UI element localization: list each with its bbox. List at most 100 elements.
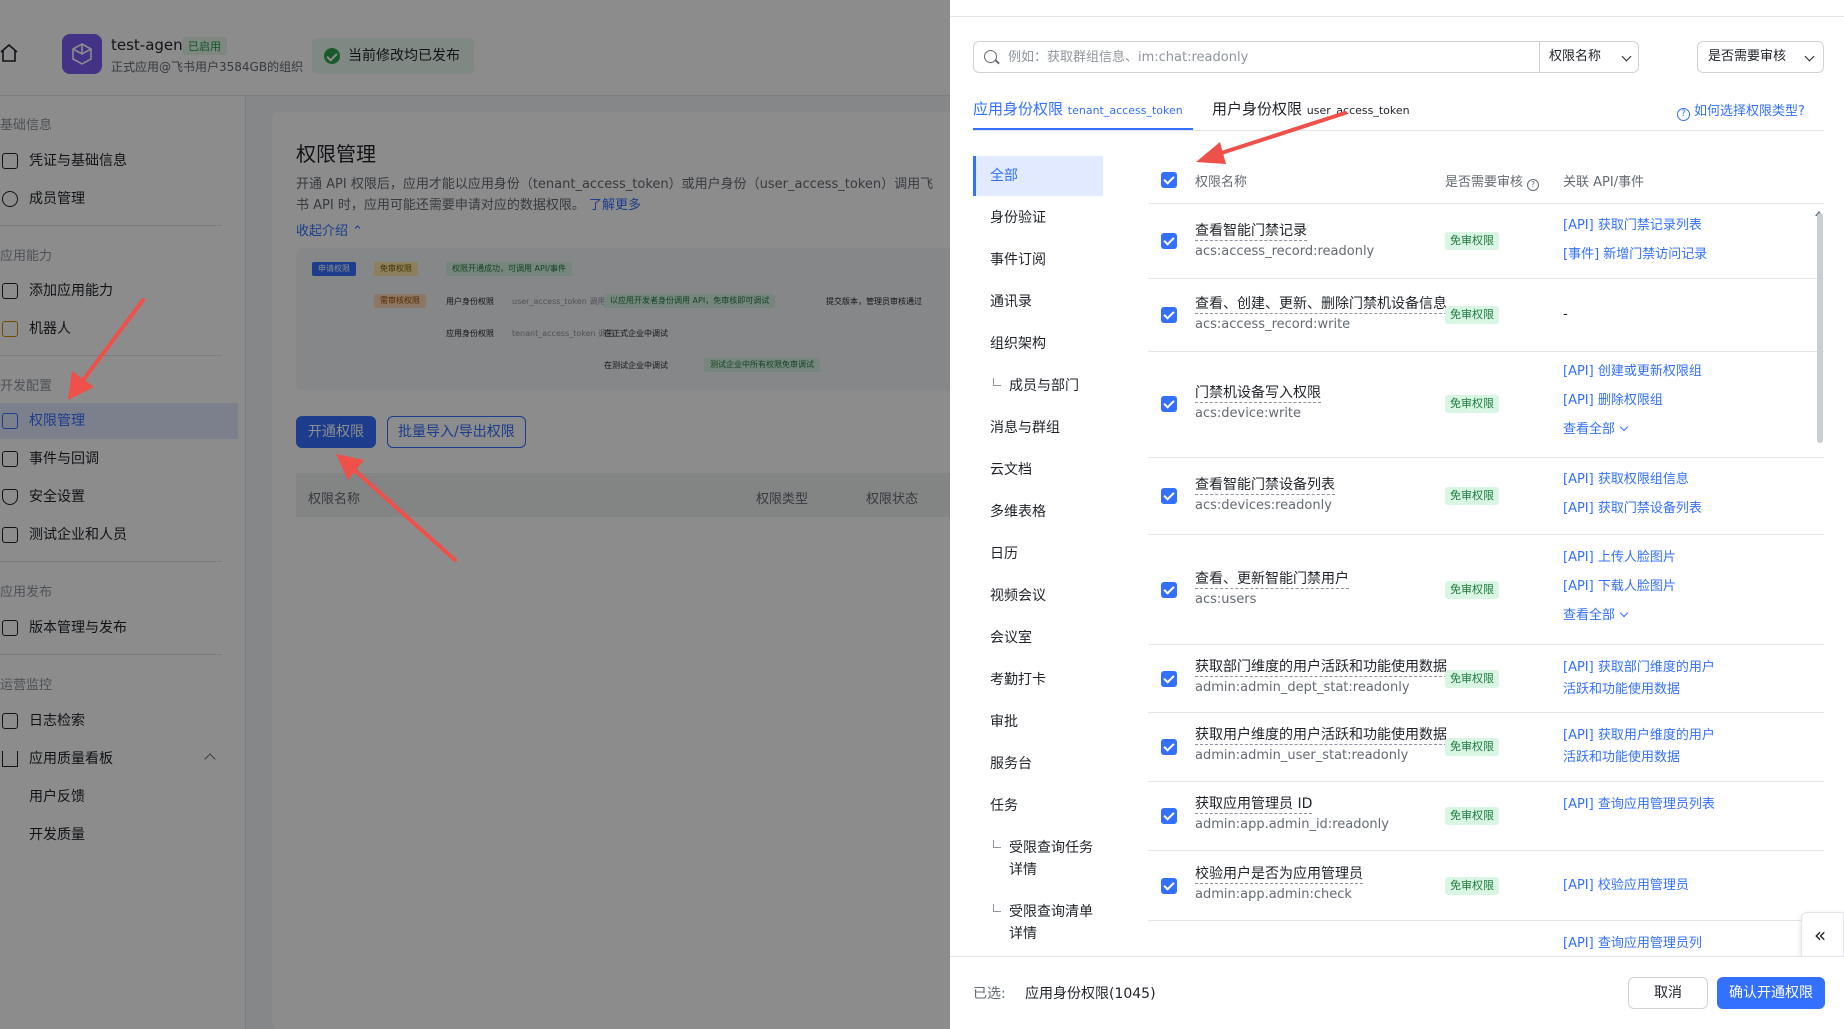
search-input[interactable]	[1008, 42, 1548, 72]
select-all-checkbox[interactable]	[1161, 172, 1177, 188]
permission-name: 查看、更新智能门禁用户	[1195, 571, 1349, 589]
sidebar-item-permissions[interactable]: 权限管理	[0, 403, 238, 439]
row-checkbox[interactable]	[1161, 671, 1177, 687]
sidebar-item-quality-board[interactable]: 应用质量看板	[0, 741, 238, 777]
api-link[interactable]: [API] 获取门禁记录列表	[1563, 215, 1718, 237]
api-link[interactable]: [API] 删除权限组	[1563, 390, 1718, 412]
table-row[interactable]: 门禁机设备写入权限 acs:device:write 免审权限 [API] 创建…	[1148, 352, 1824, 458]
category-contacts[interactable]: 通讯录	[973, 282, 1103, 322]
view-all-label: 查看全部	[1563, 608, 1616, 623]
api-link[interactable]: [API] 创建或更新权限组	[1563, 361, 1718, 383]
sidebar-item-versions[interactable]: 版本管理与发布	[0, 610, 238, 646]
category-members-departments[interactable]: 成员与部门	[973, 366, 1103, 406]
drawer-footer: 已选: 应用身份权限(1045) 取消 确认开通权限	[950, 956, 1844, 1029]
category-restricted-list[interactable]: 受限查询清单详情	[973, 892, 1103, 956]
permission-scope: acs:devices:readonly	[1195, 498, 1332, 513]
learn-more-link[interactable]: 了解更多	[589, 198, 641, 213]
sidebar-item-logs[interactable]: 日志检索	[0, 703, 238, 739]
open-permission-button[interactable]: 开通权限	[296, 416, 376, 448]
table-row[interactable]: 查看智能门禁设备列表 acs:devices:readonly 免审权限 [AP…	[1148, 458, 1824, 535]
cancel-button[interactable]: 取消	[1628, 977, 1708, 1009]
sidebar-item-events[interactable]: 事件与回调	[0, 441, 238, 477]
sidebar-item-members[interactable]: 成员管理	[0, 181, 238, 217]
api-link[interactable]: [API] 获取用户维度的用户活跃和功能使用数据	[1563, 725, 1718, 769]
table-row[interactable]: 查看智能门禁记录 acs:access_record:readonly 免审权限…	[1148, 204, 1824, 279]
sidebar-item-label: 权限管理	[29, 413, 85, 429]
table-row[interactable]: 获取用户维度的用户活跃和功能使用数据 admin:admin_user_stat…	[1148, 713, 1824, 782]
permission-icon	[2, 413, 18, 429]
sidebar-group-title: 基础信息	[0, 118, 53, 133]
row-checkbox[interactable]	[1161, 307, 1177, 323]
api-link[interactable]: [API] 查询应用管理员列	[1563, 933, 1718, 955]
category-all[interactable]: 全部	[973, 156, 1103, 196]
free-review-tag: 免审权限	[1445, 807, 1499, 825]
sidebar-item-add-capability[interactable]: 添加应用能力	[0, 273, 238, 309]
row-checkbox[interactable]	[1161, 396, 1177, 412]
category-calendar[interactable]: 日历	[973, 534, 1103, 574]
collapse-intro-link[interactable]: 收起介绍 ⌃	[296, 220, 363, 239]
view-all-link[interactable]: 查看全部	[1563, 605, 1718, 627]
table-row[interactable]: [API] 查询应用管理员列	[1148, 921, 1824, 956]
api-link[interactable]: [API] 获取门禁设备列表	[1563, 498, 1718, 520]
sidebar-item-dev-quality[interactable]: 开发质量	[0, 817, 238, 853]
tab-user-identity[interactable]: 用户身份权限 user_access_token	[1212, 98, 1410, 119]
api-link[interactable]: [API] 查询应用管理员列表	[1563, 794, 1718, 816]
category-messages[interactable]: 消息与群组	[973, 408, 1103, 448]
api-link[interactable]: [事件] 新增门禁访问记录	[1563, 244, 1718, 266]
search-field-select[interactable]: 权限名称	[1539, 41, 1639, 73]
category-helpdesk[interactable]: 服务台	[973, 744, 1103, 784]
api-link[interactable]: [API] 上传人脸图片	[1563, 547, 1718, 569]
sidebar-item-test-orgs[interactable]: 测试企业和人员	[0, 517, 238, 553]
robot-icon	[2, 321, 18, 337]
home-icon[interactable]	[0, 44, 18, 62]
sidebar-item-security[interactable]: 安全设置	[0, 479, 238, 515]
review-filter-select[interactable]: 是否需要审核	[1697, 41, 1824, 73]
table-row[interactable]: 查看、创建、更新、删除门禁机设备信息 acs:access_record:wri…	[1148, 279, 1824, 352]
review-filter-value: 是否需要审核	[1708, 49, 1787, 64]
category-docs[interactable]: 云文档	[973, 450, 1103, 490]
search-field-select-value: 权限名称	[1549, 49, 1602, 64]
view-all-link[interactable]: 查看全部	[1563, 419, 1718, 441]
category-approval[interactable]: 审批	[973, 702, 1103, 742]
category-event-subscription[interactable]: 事件订阅	[973, 240, 1103, 280]
permission-type-help-link[interactable]: ? 如何选择权限类型?	[1677, 100, 1805, 121]
table-row[interactable]: 校验用户是否为应用管理员 admin:app.admin:check 免审权限 …	[1148, 851, 1824, 921]
category-video-meeting[interactable]: 视频会议	[973, 576, 1103, 616]
category-meeting-room[interactable]: 会议室	[973, 618, 1103, 658]
sidebar-group-title: 应用发布	[0, 585, 53, 600]
row-checkbox[interactable]	[1161, 233, 1177, 249]
row-checkbox[interactable]	[1161, 582, 1177, 598]
sidebar-item-credentials[interactable]: 凭证与基础信息	[0, 143, 238, 179]
question-circle-icon: ?	[1527, 179, 1540, 191]
api-link[interactable]: [API] 校验应用管理员	[1563, 875, 1718, 897]
category-task[interactable]: 任务	[973, 786, 1103, 826]
row-checkbox[interactable]	[1161, 488, 1177, 504]
tab-app-identity[interactable]: 应用身份权限 tenant_access_token	[973, 98, 1183, 119]
sidebar-item-feedback[interactable]: 用户反馈	[0, 779, 238, 815]
category-auth[interactable]: 身份验证	[973, 198, 1103, 238]
confirm-open-permission-button[interactable]: 确认开通权限	[1717, 977, 1825, 1009]
table-row[interactable]: 获取应用管理员 ID admin:app.admin_id:readonly 免…	[1148, 782, 1824, 851]
free-review-tag: 免审权限	[1445, 581, 1499, 599]
scrollbar-thumb[interactable]	[1817, 213, 1823, 443]
category-restricted-task[interactable]: 受限查询任务详情	[973, 828, 1103, 892]
row-checkbox[interactable]	[1161, 808, 1177, 824]
table-row[interactable]: 查看、更新智能门禁用户 acs:users 免审权限 [API] 上传人脸图片 …	[1148, 535, 1824, 645]
sidebar-item-robot[interactable]: 机器人	[0, 311, 238, 347]
table-row[interactable]: 获取部门维度的用户活跃和功能使用数据 admin:admin_dept_stat…	[1148, 645, 1824, 713]
row-checkbox[interactable]	[1161, 878, 1177, 894]
api-link[interactable]: [API] 获取部门维度的用户活跃和功能使用数据	[1563, 657, 1718, 701]
flow-test-free: 测试企业中所有权限免审调试	[704, 358, 820, 372]
app-subtitle: 正式应用@飞书用户3584GB的组织	[111, 60, 304, 74]
sidebar-item-label: 测试企业和人员	[29, 527, 127, 543]
category-org[interactable]: 组织架构	[973, 324, 1103, 364]
api-link[interactable]: [API] 下载人脸图片	[1563, 576, 1718, 598]
row-checkbox[interactable]	[1161, 739, 1177, 755]
category-attendance[interactable]: 考勤打卡	[973, 660, 1103, 700]
permission-drawer: 权限名称 是否需要审核 应用身份权限 tenant_access_token 用…	[950, 0, 1844, 1029]
sidebar-divider	[0, 561, 222, 562]
tab-token: user_access_token	[1306, 104, 1410, 117]
bulk-import-export-button[interactable]: 批量导入/导出权限	[387, 416, 526, 448]
api-link[interactable]: [API] 获取权限组信息	[1563, 469, 1718, 491]
category-bitable[interactable]: 多维表格	[973, 492, 1103, 532]
